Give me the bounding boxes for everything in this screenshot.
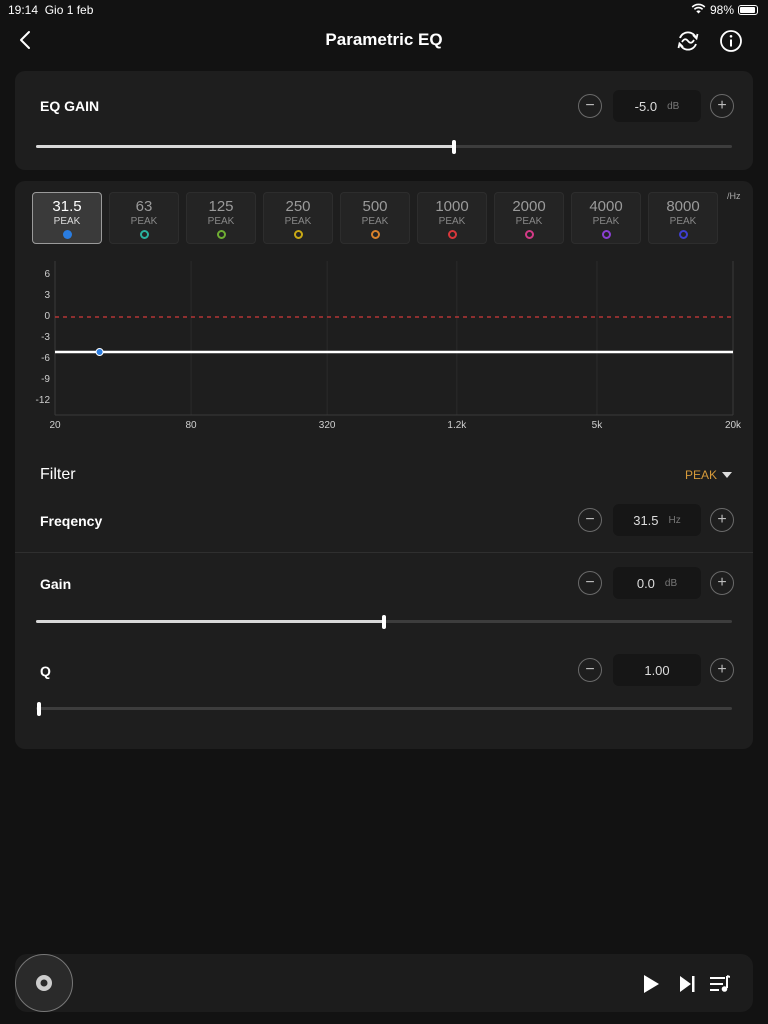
status-time: 19:14 Gio 1 feb — [8, 3, 93, 17]
mini-player[interactable] — [15, 954, 753, 1012]
album-art-disc[interactable] — [15, 954, 73, 1012]
info-button[interactable] — [718, 28, 744, 54]
eq-gain-decrease-button[interactable]: − — [578, 94, 602, 118]
plus-icon: + — [717, 574, 727, 591]
skip-next-icon — [680, 976, 695, 992]
minus-icon: − — [585, 574, 595, 591]
battery-percent: 98% — [709, 3, 734, 17]
status-clock: 19:14 — [8, 3, 39, 17]
filter-type-dropdown[interactable]: PEAK — [685, 468, 733, 482]
q-decrease-button[interactable]: − — [578, 658, 602, 682]
compare-button[interactable] — [675, 28, 701, 54]
queue-button[interactable] — [708, 972, 732, 996]
band-settings-card: Filter PEAK Freqency − 31.5 Hz + Gain − … — [15, 446, 753, 749]
gain-value: 0.0 — [636, 575, 655, 591]
info-icon — [720, 30, 742, 52]
gain-increase-button[interactable]: + — [710, 571, 734, 595]
frequency-value-box[interactable]: 31.5 Hz — [613, 504, 701, 536]
eq-gain-slider-fill — [36, 145, 454, 148]
filter-label: Filter — [40, 466, 76, 483]
plus-icon: + — [717, 511, 727, 528]
eq-gain-card: EQ GAIN − -5.0 dB + — [15, 71, 753, 170]
next-button[interactable] — [675, 972, 699, 996]
eq-bands-card: 31.5 PEAK 63 PEAK 125 PEAK 250 PEAK 500 PEAK 1000 P… — [15, 181, 753, 446]
eq-gain-value: -5.0 — [634, 98, 658, 114]
q-slider[interactable] — [36, 707, 732, 710]
frequency-unit: Hz — [668, 514, 681, 526]
gain-slider-fill — [36, 620, 384, 623]
eq-gain-slider-thumb[interactable] — [451, 140, 456, 154]
eq-gain-increase-button[interactable]: + — [710, 94, 734, 118]
eq-compare-icon — [677, 31, 699, 51]
eq-gain-value-box[interactable]: -5.0 dB — [613, 90, 701, 122]
filter-type-value: PEAK — [685, 468, 718, 482]
battery-icon — [738, 5, 758, 15]
eq-gain-unit: dB — [667, 100, 680, 112]
q-label: Q — [40, 663, 51, 679]
eq-response-graph[interactable] — [15, 181, 753, 446]
dropdown-caret-icon — [722, 471, 733, 478]
q-increase-button[interactable]: + — [710, 658, 734, 682]
gain-decrease-button[interactable]: − — [578, 571, 602, 595]
q-slider-thumb[interactable] — [37, 702, 41, 716]
wifi-icon — [691, 3, 706, 17]
play-icon — [644, 975, 659, 993]
frequency-increase-button[interactable]: + — [710, 508, 734, 532]
gain-value-box[interactable]: 0.0 dB — [613, 567, 701, 599]
band-control-point — [95, 348, 104, 356]
q-value: 1.00 — [644, 662, 670, 678]
page-title: Parametric EQ — [325, 30, 443, 49]
play-button[interactable] — [639, 972, 663, 996]
frequency-decrease-button[interactable]: − — [578, 508, 602, 532]
gain-slider-thumb[interactable] — [382, 615, 386, 629]
gain-label: Gain — [40, 576, 72, 592]
divider — [15, 552, 753, 553]
status-indicators: 98% — [691, 3, 758, 17]
playlist-icon — [710, 975, 730, 992]
minus-icon: − — [585, 97, 595, 114]
eq-gain-slider[interactable] — [36, 145, 732, 148]
gain-unit: dB — [664, 577, 678, 589]
minus-icon: − — [585, 511, 595, 528]
status-date: Gio 1 feb — [44, 3, 94, 17]
plus-icon: + — [717, 97, 727, 114]
frequency-value: 31.5 — [633, 512, 659, 528]
plus-icon: + — [717, 661, 727, 678]
q-value-box[interactable]: 1.00 — [613, 654, 701, 686]
disc-icon — [36, 975, 52, 991]
frequency-label: Freqency — [40, 513, 103, 529]
minus-icon: − — [585, 661, 595, 678]
eq-gain-label: EQ GAIN — [40, 98, 100, 114]
